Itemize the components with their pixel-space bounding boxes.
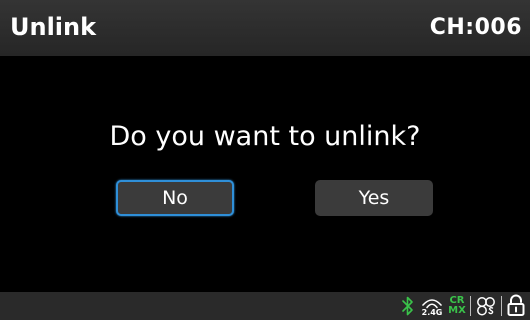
status-bar: 2.4G CR MX (0, 292, 530, 320)
channel-indicator: CH:006 (429, 15, 522, 40)
crmx-icon: CR MX (448, 292, 466, 320)
status-divider (501, 296, 502, 316)
no-button[interactable]: No (116, 180, 234, 216)
unlink-screen: Unlink CH:006 Do you want to unlink? No … (0, 0, 530, 320)
wireless-2.4g-icon: 2.4G (420, 292, 444, 320)
unlock-icon (506, 292, 526, 320)
link-group-icon (475, 292, 497, 320)
unlink-prompt: Do you want to unlink? (109, 121, 421, 152)
status-icons: 2.4G CR MX (400, 292, 526, 320)
bluetooth-icon (400, 292, 416, 320)
crmx-bottom-label: MX (448, 305, 466, 316)
status-divider (470, 296, 471, 316)
yes-button[interactable]: Yes (315, 180, 433, 216)
wireless-label: 2.4G (421, 308, 443, 317)
title-bar: Unlink CH:006 (0, 0, 530, 56)
page-title: Unlink (10, 13, 97, 41)
